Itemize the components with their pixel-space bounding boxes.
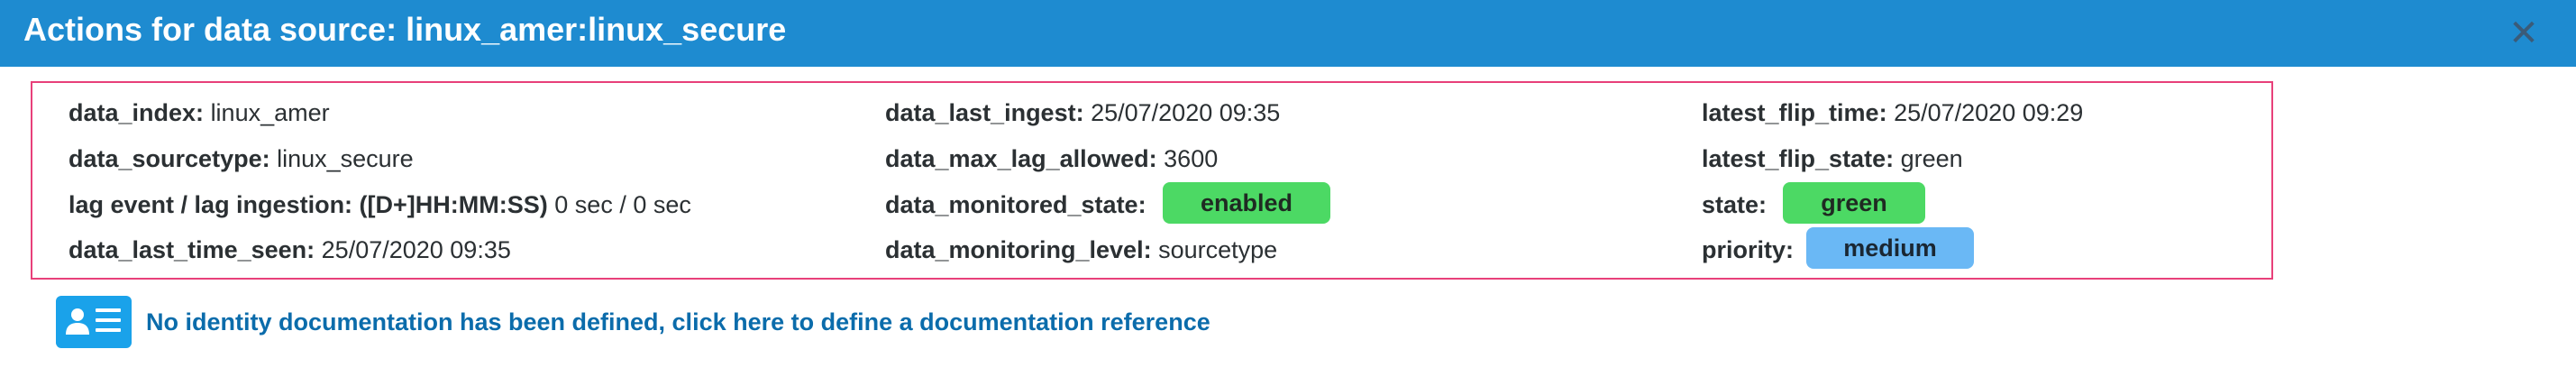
data-sourcetype-field: data_sourcetype: linux_secure [69,136,414,181]
field-label: latest_flip_state: [1702,145,1895,172]
priority-field: priority: [1702,227,1794,272]
data-source-info-box: data_index: linux_amer data_sourcetype: … [31,81,2273,280]
field-label: priority: [1702,236,1795,263]
close-icon[interactable]: ✕ [2506,13,2542,54]
data-index-field: data_index: linux_amer [69,90,330,135]
latest-flip-time-field: latest_flip_time: 25/07/2020 09:29 [1702,90,2083,135]
field-label: state: [1702,191,1768,218]
field-value: linux_amer [210,99,330,126]
field-label: data_last_time_seen: [69,236,315,263]
actions-modal: Actions for data source: linux_amer:linu… [0,0,2576,386]
priority-badge[interactable]: medium [1806,227,1974,269]
field-label: data_sourcetype: [69,145,270,172]
field-label: data_last_ingest: [885,99,1084,126]
modal-header: Actions for data source: linux_amer:linu… [0,0,2576,67]
data-last-time-seen-field: data_last_time_seen: 25/07/2020 09:35 [69,227,511,272]
field-value: 25/07/2020 09:29 [1894,99,2084,126]
field-value: 25/07/2020 09:35 [321,236,511,263]
data-max-lag-allowed-field: data_max_lag_allowed: 3600 [885,136,1218,181]
data-last-ingest-field: data_last_ingest: 25/07/2020 09:35 [885,90,1280,135]
field-label: data_monitoring_level: [885,236,1152,263]
field-label: data_index: [69,99,205,126]
field-value: 25/07/2020 09:35 [1091,99,1281,126]
modal-title: Actions for data source: linux_amer:linu… [23,11,787,48]
state-field: state: [1702,182,1767,227]
field-label: data_max_lag_allowed: [885,145,1157,172]
lag-field: lag event / lag ingestion: ([D+]HH:MM:SS… [69,182,691,227]
monitored-state-badge[interactable]: enabled [1163,182,1330,224]
define-documentation-link[interactable]: No identity documentation has been defin… [146,299,1210,345]
field-value: linux_secure [277,145,414,172]
data-monitoring-level-field: data_monitoring_level: sourcetype [885,227,1277,272]
state-badge: green [1783,182,1925,224]
field-label: data_monitored_state: [885,191,1146,218]
latest-flip-state-field: latest_flip_state: green [1702,136,1963,181]
data-monitored-state-field: data_monitored_state: [885,182,1146,227]
field-value: 3600 [1164,145,1219,172]
field-value: sourcetype [1158,236,1278,263]
field-value: green [1900,145,1963,172]
field-label: lag event / lag ingestion: ([D+]HH:MM:SS… [69,191,548,218]
field-label: latest_flip_time: [1702,99,1887,126]
id-card-icon[interactable] [56,296,132,348]
field-value: 0 sec / 0 sec [554,191,691,218]
